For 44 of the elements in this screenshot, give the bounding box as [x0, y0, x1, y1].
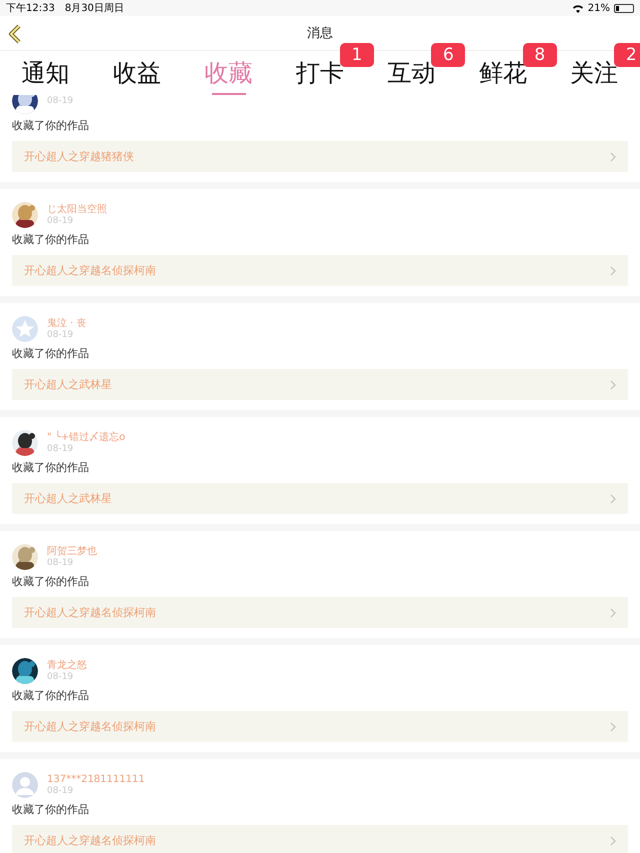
message-text: 收藏了你的作品: [12, 803, 90, 817]
message-text: 收藏了你的作品: [12, 689, 90, 703]
chevron-icon: [610, 266, 616, 276]
tab[interactable]: 通知: [22, 57, 70, 89]
avatar-icon: [12, 772, 38, 798]
wifi-icon: [572, 4, 584, 12]
count-badge: 8: [522, 43, 557, 67]
chevron-icon: [610, 494, 616, 504]
count-badge: 6: [431, 43, 466, 67]
message-text: 收藏了你的作品: [12, 233, 90, 247]
chevron-icon: [610, 152, 616, 162]
count-badge: 2: [614, 43, 640, 67]
tab[interactable]: 收益: [113, 57, 162, 89]
count-badge: 1: [340, 43, 374, 67]
star-avatar-icon: [12, 316, 38, 342]
message-text: 收藏了你的作品: [12, 461, 90, 475]
tab-underline: [212, 93, 246, 95]
chevron-icon: [610, 608, 616, 618]
back-icon[interactable]: [8, 24, 22, 44]
page-title: 消息: [307, 25, 333, 42]
chevron-icon: [610, 836, 616, 846]
tab[interactable]: 收藏: [204, 57, 253, 89]
user-name[interactable]: 137***2181111111: [47, 774, 145, 786]
work-link[interactable]: 开心超人之穿越名侦探柯南: [12, 597, 628, 628]
user-name[interactable]: " ╰+错过〆遗忘o: [47, 432, 126, 444]
work-link[interactable]: 开心超人之穿越名侦探柯南: [12, 711, 628, 742]
chevron-icon: [610, 380, 616, 390]
message-text: 收藏了你的作品: [12, 347, 90, 361]
work-link[interactable]: 开心超人之穿越名侦探柯南: [12, 255, 628, 286]
message-text: 收藏了你的作品: [12, 575, 90, 589]
status-date: 8月30日周日: [64, 2, 124, 15]
user-name[interactable]: 青龙之怒: [47, 660, 87, 672]
work-link[interactable]: 开心超人之穿越猪猪侠: [12, 141, 628, 172]
battery-icon: [614, 4, 634, 12]
message-text: 收藏了你的作品: [12, 119, 90, 133]
work-link[interactable]: 开心超人之武林星: [12, 483, 628, 514]
status-time: 下午12:33: [6, 2, 55, 15]
battery-percent: 21%: [588, 2, 610, 14]
user-name[interactable]: 阿贺三梦也: [47, 546, 97, 558]
work-link[interactable]: 开心超人之武林星: [12, 369, 628, 400]
chevron-icon: [610, 722, 616, 732]
user-name[interactable]: じ太阳当空照: [47, 204, 107, 216]
work-link[interactable]: 开心超人之穿越名侦探柯南: [12, 825, 628, 853]
user-name[interactable]: 鬼泣 · 丧: [47, 318, 87, 330]
